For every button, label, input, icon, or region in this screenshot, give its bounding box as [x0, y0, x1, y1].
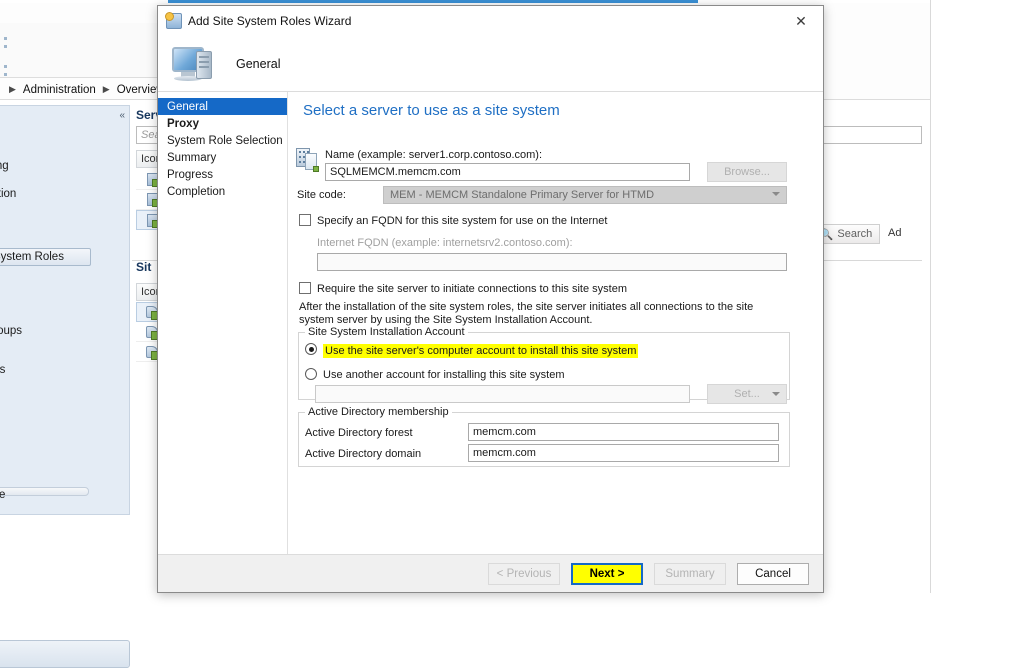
chevron-right-icon: ▶ [102, 84, 110, 94]
wizard-title: Add Site System Roles Wizard [188, 14, 352, 28]
chevron-down-icon [772, 192, 780, 196]
browse-button: Browse... [707, 162, 787, 182]
internet-fqdn-input [317, 253, 787, 271]
site-code-dropdown: MEM - MEMCM Standalone Primary Server fo… [383, 186, 787, 204]
ad-domain-input: memcm.com [468, 444, 779, 462]
site-code-label: Site code: [297, 189, 346, 201]
sidebar-item-site-system-roles[interactable]: Site System Roles [0, 248, 91, 266]
specify-fqdn-label: Specify an FQDN for this site system for… [317, 215, 608, 227]
wizard-header-label: General [236, 56, 281, 71]
close-icon[interactable]: ✕ [779, 6, 823, 36]
sidebar-item-servicing[interactable]: ervicing [0, 160, 9, 172]
wizard-step-progress[interactable]: Progress [158, 166, 287, 183]
cancel-button[interactable]: Cancel [737, 562, 809, 585]
name-input[interactable]: SQLMEMCM.memcm.com [325, 163, 690, 181]
wizard-content: Select a server to use as a site system … [288, 92, 823, 554]
wizard-footer: < Previous Next > Summary Cancel [158, 554, 823, 592]
ribbon-group [0, 23, 170, 78]
server-icon [146, 173, 160, 187]
navigation-scrollbar[interactable] [0, 487, 89, 496]
right-detail-pane [930, 0, 1024, 593]
search-button-label: Search [837, 228, 873, 240]
radio-another-account[interactable] [305, 368, 317, 380]
collapse-pane-icon[interactable]: « [119, 110, 125, 121]
wizard-step-list: General Proxy System Role Selection Summ… [158, 92, 288, 592]
require-site-server-label: Require the site server to initiate conn… [317, 283, 627, 295]
breadcrumb-item-administration[interactable]: Administration [23, 84, 96, 96]
require-site-server-checkbox[interactable] [299, 282, 311, 294]
advanced-search-label[interactable]: Ad [888, 227, 901, 239]
add-site-system-roles-wizard: Add Site System Roles Wizard ✕ General G… [157, 5, 824, 593]
server-icon [146, 213, 160, 228]
navigation-pane-button[interactable] [0, 640, 130, 668]
radio-another-account-label: Use another account for installing this … [323, 369, 565, 381]
navigation-pane: « ervicing figuration tion Site System R… [0, 105, 130, 515]
summary-button: Summary [654, 562, 726, 585]
ribbon-fleck-icon [4, 37, 7, 40]
set-account-button: Set... [707, 384, 787, 404]
sidebar-item-configuration[interactable]: figuration [0, 188, 16, 200]
site-code-value: MEM - MEMCM Standalone Primary Server fo… [390, 189, 655, 201]
wizard-step-proxy[interactable]: Proxy [158, 115, 287, 132]
specify-fqdn-checkbox[interactable] [299, 214, 311, 226]
wizard-header: General [158, 36, 823, 92]
wizard-step-system-role-selection[interactable]: System Role Selection [158, 132, 287, 149]
account-input [315, 385, 690, 403]
sidebar-item-compliance[interactable]: pliance [0, 489, 5, 501]
sidebar-item-point-groups[interactable]: int Groups [0, 325, 22, 337]
ad-forest-label: Active Directory forest [305, 427, 413, 439]
wizard-icon [165, 12, 182, 29]
name-field-label: Name (example: server1.corp.contoso.com)… [325, 149, 543, 161]
next-button[interactable]: Next > [571, 562, 643, 585]
ribbon-fleck-icon [4, 73, 7, 76]
ribbon-fleck-icon [4, 65, 7, 68]
ad-domain-label: Active Directory domain [305, 448, 422, 460]
ad-forest-input: memcm.com [468, 423, 779, 441]
require-description-text: After the installation of the site syste… [299, 301, 754, 326]
radio-computer-account-label: Use the site server's computer account t… [323, 344, 639, 358]
wizard-step-summary[interactable]: Summary [158, 149, 287, 166]
sidebar-item-insights[interactable]: nsights [0, 364, 5, 376]
page-title: Select a server to use as a site system [303, 102, 560, 119]
server-icon [146, 193, 160, 207]
previous-button: < Previous [488, 562, 560, 585]
wizard-step-general[interactable]: General [158, 98, 287, 115]
ribbon-fleck-icon [4, 45, 7, 48]
wizard-step-completion[interactable]: Completion [158, 183, 287, 200]
chevron-down-icon [772, 392, 780, 396]
wizard-titlebar: Add Site System Roles Wizard [158, 6, 823, 36]
set-account-label: Set... [734, 388, 760, 400]
ad-membership-group-title: Active Directory membership [305, 406, 452, 418]
internet-fqdn-label: Internet FQDN (example: internetsrv2.con… [317, 237, 573, 249]
site-system-icon [296, 148, 319, 172]
computer-icon [172, 45, 218, 83]
site-pane-title: Sit [136, 260, 152, 274]
install-account-group-title: Site System Installation Account [305, 326, 468, 338]
chevron-right-icon: ▶ [9, 84, 16, 94]
radio-computer-account[interactable] [305, 343, 317, 355]
